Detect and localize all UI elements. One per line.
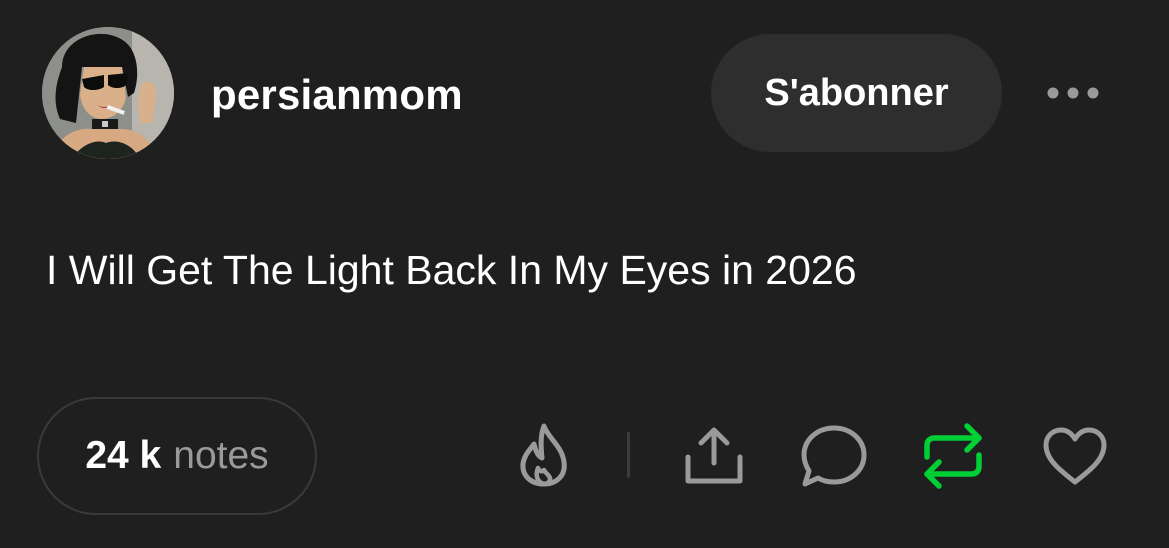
username-link[interactable]: persianmom	[211, 70, 463, 120]
share-upload-icon	[685, 427, 743, 484]
follow-button[interactable]: S'abonner	[711, 34, 1002, 152]
notes-count: 24 k	[85, 434, 162, 477]
post-body-text: I Will Get The Light Back In My Eyes in …	[46, 247, 857, 293]
like-button[interactable]	[1040, 424, 1110, 488]
post-card: persianmom S'abonner I Will Get The Ligh…	[0, 0, 1169, 548]
reply-button[interactable]	[799, 422, 869, 490]
more-horizontal-icon	[1047, 87, 1099, 99]
notes-button[interactable]: 24 k notes	[37, 397, 317, 515]
share-button[interactable]	[682, 424, 746, 488]
reblog-arrows-icon	[924, 423, 982, 489]
notes-label: notes	[173, 434, 269, 477]
flame-icon	[520, 423, 567, 487]
blaze-button[interactable]	[512, 420, 576, 490]
reblog-button[interactable]	[920, 420, 986, 492]
avatar[interactable]	[42, 27, 174, 159]
avatar-image	[42, 27, 174, 159]
speech-bubble-icon	[801, 425, 867, 487]
action-divider	[627, 432, 630, 478]
more-options-button[interactable]	[1040, 76, 1106, 110]
heart-icon	[1043, 427, 1107, 485]
